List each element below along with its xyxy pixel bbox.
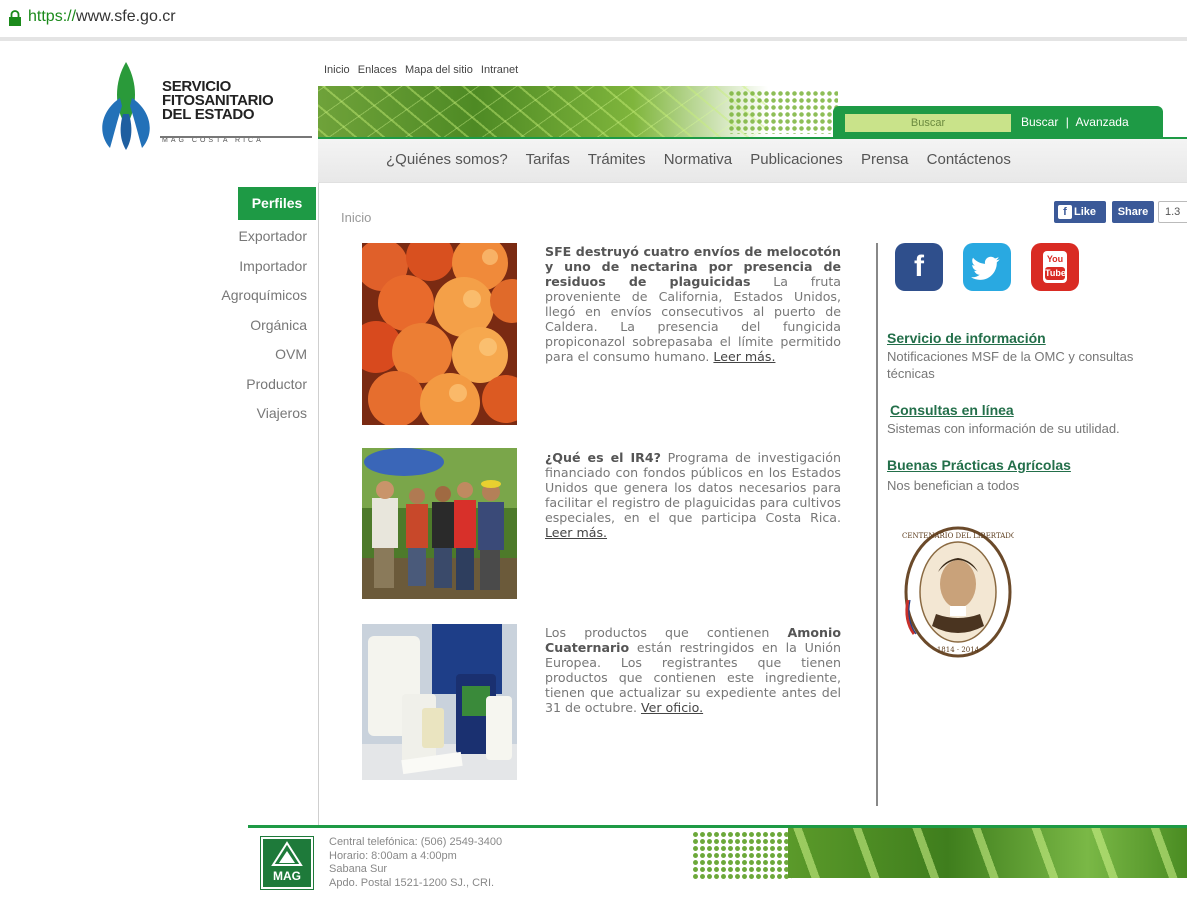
topnav-mapa-del-sitio[interactable]: Mapa del sitio <box>405 64 473 76</box>
menu-prensa[interactable]: Prensa <box>861 151 909 168</box>
twitter-bird-icon <box>971 256 1000 280</box>
youtube-logo-icon: You Tube <box>1043 251 1067 283</box>
banner-dots <box>728 90 838 134</box>
footer-contact-info: Central telefónica: (506) 2549-3400 Hora… <box>329 836 502 890</box>
url-scheme: https:// <box>28 8 77 25</box>
share-count: 1.3 <box>1158 201 1187 223</box>
sidebar-item-ovm[interactable]: OVM <box>150 344 307 374</box>
youtube-label-bottom: Tube <box>1045 267 1066 280</box>
svg-text:1814 · 2014: 1814 · 2014 <box>937 646 980 654</box>
article-1-read-more-link[interactable]: Leer más. <box>713 349 775 364</box>
menu-normativa[interactable]: Normativa <box>664 151 732 168</box>
topnav-inicio[interactable]: Inicio <box>324 64 350 76</box>
facebook-like-button[interactable]: f Like <box>1054 201 1106 223</box>
article-peaches: SFE destruyó cuatro envíos de melocotón … <box>545 244 841 364</box>
search-links: Buscar | Avanzada <box>1021 115 1129 129</box>
servicio-de-informacion-desc: Notificaciones MSF de la OMC y consultas… <box>887 349 1134 381</box>
footer-dots-decoration <box>692 831 792 879</box>
article-2-headline: ¿Qué es el IR4? <box>545 450 661 465</box>
search-button[interactable]: Buscar <box>1021 115 1058 129</box>
footer-hours: Horario: 8:00am a 4:00pm <box>329 849 457 862</box>
search-input[interactable]: Buscar <box>845 114 1011 132</box>
content-divider <box>876 243 878 806</box>
footer-grass-image <box>788 828 1187 878</box>
article-amonio-cuaternario: Los productos que contienen Amonio Cuate… <box>545 625 841 715</box>
mag-logo[interactable]: MAG <box>261 837 313 889</box>
sidebar-item-exportador[interactable]: Exportador <box>150 226 307 256</box>
sidebar-profile-list: Exportador Importador Agroquímicos Orgán… <box>150 226 307 433</box>
breadcrumb[interactable]: Inicio <box>341 210 371 225</box>
menu-contactenos[interactable]: Contáctenos <box>927 151 1011 168</box>
twitter-social-icon[interactable] <box>963 243 1011 291</box>
leaf-banner-image <box>318 86 768 138</box>
article-3-intro: Los productos que contienen <box>545 625 788 640</box>
servicio-de-informacion-link[interactable]: Servicio de información <box>887 330 1046 346</box>
url-text[interactable]: https://www.sfe.go.cr <box>28 8 176 26</box>
buenas-practicas-agricolas-link[interactable]: Buenas Prácticas Agrícolas <box>887 457 1071 473</box>
youtube-label-top: You <box>1046 254 1064 264</box>
browser-address-bar[interactable]: https://www.sfe.go.cr <box>0 0 1187 41</box>
search-box: Buscar Buscar | Avanzada <box>833 106 1163 138</box>
article-3-ver-oficio-link[interactable]: Ver oficio. <box>641 700 703 715</box>
sidebar-item-agroquimicos[interactable]: Agroquímicos <box>150 285 307 315</box>
footer-address: Sabana Sur <box>329 863 388 875</box>
top-nav: Inicio Enlaces Mapa del sitio Intranet <box>324 64 523 76</box>
svg-text:BICENTENARIO DEL LIBERTADOR: BICENTENARIO DEL LIBERTADOR <box>902 532 1014 540</box>
leaf-logo-icon <box>102 62 150 150</box>
logo-title: SERVICIO FITOSANITARIO DEL ESTADO <box>162 79 274 123</box>
topnav-intranet[interactable]: Intranet <box>481 64 518 76</box>
article-ir4: ¿Qué es el IR4? Programa de investigació… <box>545 450 841 540</box>
like-label: Like <box>1074 206 1097 218</box>
search-separator: | <box>1065 115 1069 129</box>
sidebar-item-organica[interactable]: Orgánica <box>150 315 307 345</box>
facebook-share-button[interactable]: Share <box>1112 201 1154 223</box>
url-host: www.sfe.go.cr <box>76 8 176 25</box>
sidebar-divider <box>318 183 319 825</box>
menu-quienes-somos[interactable]: ¿Quiénes somos? <box>386 151 508 168</box>
facebook-icon: f <box>1058 205 1072 219</box>
logo-tagline: MAG COSTA RICA <box>162 137 264 144</box>
menu-tarifas[interactable]: Tarifas <box>526 151 570 168</box>
menu-publicaciones[interactable]: Publicaciones <box>750 151 843 168</box>
topnav-enlaces[interactable]: Enlaces <box>358 64 397 76</box>
consultas-en-linea-desc: Sistemas con información de su utilidad. <box>887 421 1120 436</box>
sidebar-item-viajeros[interactable]: Viajeros <box>150 403 307 433</box>
sidebar-item-productor[interactable]: Productor <box>150 374 307 404</box>
logo-underline <box>160 136 312 138</box>
menu-tramites[interactable]: Trámites <box>588 151 646 168</box>
chemical-products-image[interactable] <box>362 624 517 780</box>
main-menu: ¿Quiénes somos? Tarifas Trámites Normati… <box>318 139 1187 183</box>
site-logo[interactable]: SERVICIO FITOSANITARIO DEL ESTADO MAG CO… <box>92 58 312 158</box>
mag-label: MAG <box>273 869 301 883</box>
youtube-social-icon[interactable]: You Tube <box>1031 243 1079 291</box>
mag-triangle-icon <box>271 841 303 866</box>
facebook-social-icon[interactable]: f <box>895 243 943 291</box>
sidebar-item-importador[interactable]: Importador <box>150 256 307 286</box>
article-2-read-more-link[interactable]: Leer más. <box>545 525 607 540</box>
facebook-letter: f <box>914 250 924 283</box>
bicentenario-seal-image[interactable]: BICENTENARIO DEL LIBERTADOR 1814 · 2014 <box>894 522 1023 662</box>
consultas-en-linea-link[interactable]: Consultas en línea <box>890 402 1014 418</box>
logo-line-3: DEL ESTADO <box>162 106 255 123</box>
footer-phone: Central telefónica: (506) 2549-3400 <box>329 836 503 848</box>
toolbar-divider <box>0 37 1187 41</box>
footer-po-box: Apdo. Postal 1521-1200 SJ., CRI. <box>329 876 495 889</box>
peaches-image[interactable] <box>362 243 517 425</box>
footer: MAG Central telefónica: (506) 2549-3400 … <box>248 825 1187 898</box>
lock-icon <box>9 10 21 26</box>
advanced-search-link[interactable]: Avanzada <box>1076 115 1129 129</box>
sidebar-title-perfiles[interactable]: Perfiles <box>238 187 316 220</box>
field-workers-image[interactable] <box>362 448 517 599</box>
buenas-practicas-agricolas-desc: Nos benefician a todos <box>887 478 1020 493</box>
